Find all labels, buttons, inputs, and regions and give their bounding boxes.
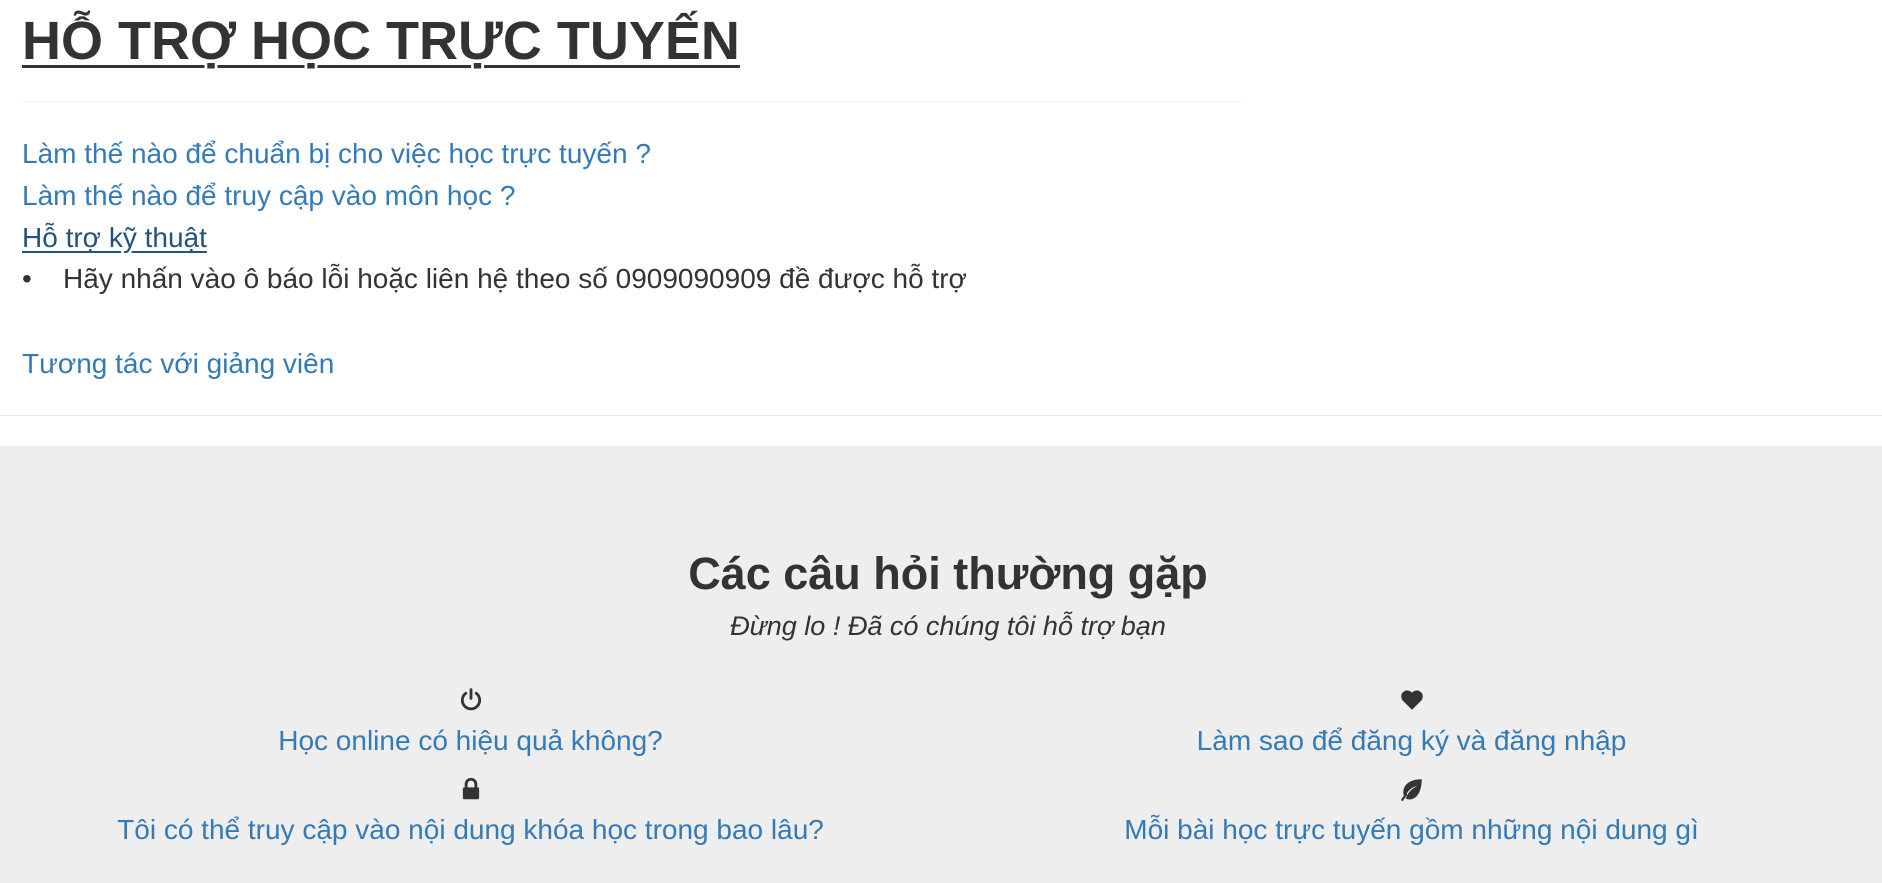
leaf-icon bbox=[1399, 776, 1425, 802]
faq-subtitle: Đừng lo ! Đã có chúng tôi hỗ trợ bạn bbox=[730, 611, 1166, 641]
faq-question-link[interactable]: Học online có hiệu quả không? bbox=[0, 723, 941, 759]
technical-support-text: Hãy nhấn vào ô báo lỗi hoặc liên hệ theo… bbox=[63, 263, 967, 294]
support-section: HỖ TRỢ HỌC TRỰC TUYẾN Làm thế nào để chu… bbox=[0, 0, 1882, 416]
faq-question-link[interactable]: Tôi có thể truy cập vào nội dung khóa họ… bbox=[0, 812, 941, 848]
access-course-link[interactable]: Làm thế nào để truy cập vào môn học ? bbox=[22, 178, 515, 214]
list-item: • Hãy nhấn vào ô báo lỗi hoặc liên hệ th… bbox=[22, 261, 967, 297]
technical-support-list: • Hãy nhấn vào ô báo lỗi hoặc liên hệ th… bbox=[22, 261, 967, 297]
prepare-online-learning-link[interactable]: Làm thế nào để chuẩn bị cho việc học trự… bbox=[22, 136, 651, 172]
lock-icon bbox=[458, 776, 484, 802]
title-divider bbox=[22, 101, 1241, 102]
faq-question-link[interactable]: Làm sao để đăng ký và đăng nhập bbox=[941, 723, 1882, 759]
heart-icon bbox=[1399, 687, 1425, 713]
technical-support-link[interactable]: Hỗ trợ kỹ thuật bbox=[22, 220, 207, 256]
faq-section: Các câu hỏi thường gặp Đừng lo ! Đã có c… bbox=[0, 446, 1882, 883]
faq-item: Học online có hiệu quả không? bbox=[0, 687, 941, 759]
faq-item: Tôi có thể truy cập vào nội dung khóa họ… bbox=[0, 776, 941, 848]
faq-item: Mỗi bài học trực tuyến gồm những nội dun… bbox=[941, 776, 1882, 848]
page-title: HỖ TRỢ HỌC TRỰC TUYẾN bbox=[22, 11, 740, 71]
faq-question-link[interactable]: Mỗi bài học trực tuyến gồm những nội dun… bbox=[941, 812, 1882, 848]
faq-title: Các câu hỏi thường gặp bbox=[688, 548, 1208, 599]
power-icon bbox=[458, 687, 484, 713]
faq-item: Làm sao để đăng ký và đăng nhập bbox=[941, 687, 1882, 759]
instructor-interaction-link[interactable]: Tương tác với giảng viên bbox=[22, 346, 334, 382]
bullet-icon: • bbox=[22, 263, 32, 294]
